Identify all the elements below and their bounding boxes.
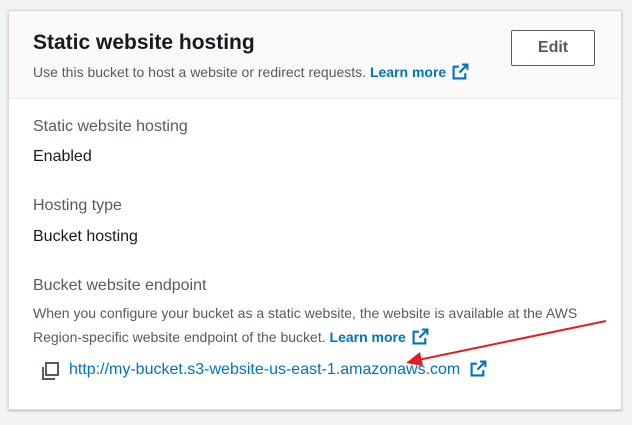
static-website-hosting-value: Enabled bbox=[33, 148, 92, 165]
endpoint-learn-more-label: Learn more bbox=[329, 329, 406, 345]
hosting-type-value: Bucket hosting bbox=[33, 228, 138, 245]
copy-icon[interactable] bbox=[41, 362, 59, 380]
external-link-icon bbox=[412, 328, 429, 352]
learn-more-link[interactable]: Learn more bbox=[369, 63, 469, 83]
endpoint-url-text: http://my-bucket.s3-website-us-east-1.am… bbox=[69, 361, 461, 378]
bucket-website-endpoint-description: When you configure your bucket as a stat… bbox=[33, 301, 593, 352]
edit-button[interactable]: Edit bbox=[511, 30, 595, 66]
panel-header: Static website hosting Use this bucket t… bbox=[9, 11, 621, 99]
external-link-icon bbox=[470, 360, 487, 382]
endpoint-url-row: http://my-bucket.s3-website-us-east-1.am… bbox=[41, 360, 487, 382]
hosting-type-label: Hosting type bbox=[33, 197, 122, 214]
panel-description-text: Use this bucket to host a website or red… bbox=[33, 64, 367, 80]
panel-description: Use this bucket to host a website or red… bbox=[33, 63, 469, 83]
endpoint-learn-more-link[interactable]: Learn more bbox=[329, 328, 429, 345]
endpoint-url-link[interactable]: http://my-bucket.s3-website-us-east-1.am… bbox=[69, 360, 487, 382]
external-link-icon bbox=[452, 63, 469, 83]
static-website-hosting-label: Static website hosting bbox=[33, 118, 188, 135]
endpoint-description-text: When you configure your bucket as a stat… bbox=[33, 305, 578, 345]
bucket-website-endpoint-label: Bucket website endpoint bbox=[33, 277, 207, 294]
panel-title: Static website hosting bbox=[33, 31, 255, 54]
learn-more-label: Learn more bbox=[369, 64, 447, 80]
static-website-hosting-panel: Static website hosting Use this bucket t… bbox=[8, 10, 622, 410]
